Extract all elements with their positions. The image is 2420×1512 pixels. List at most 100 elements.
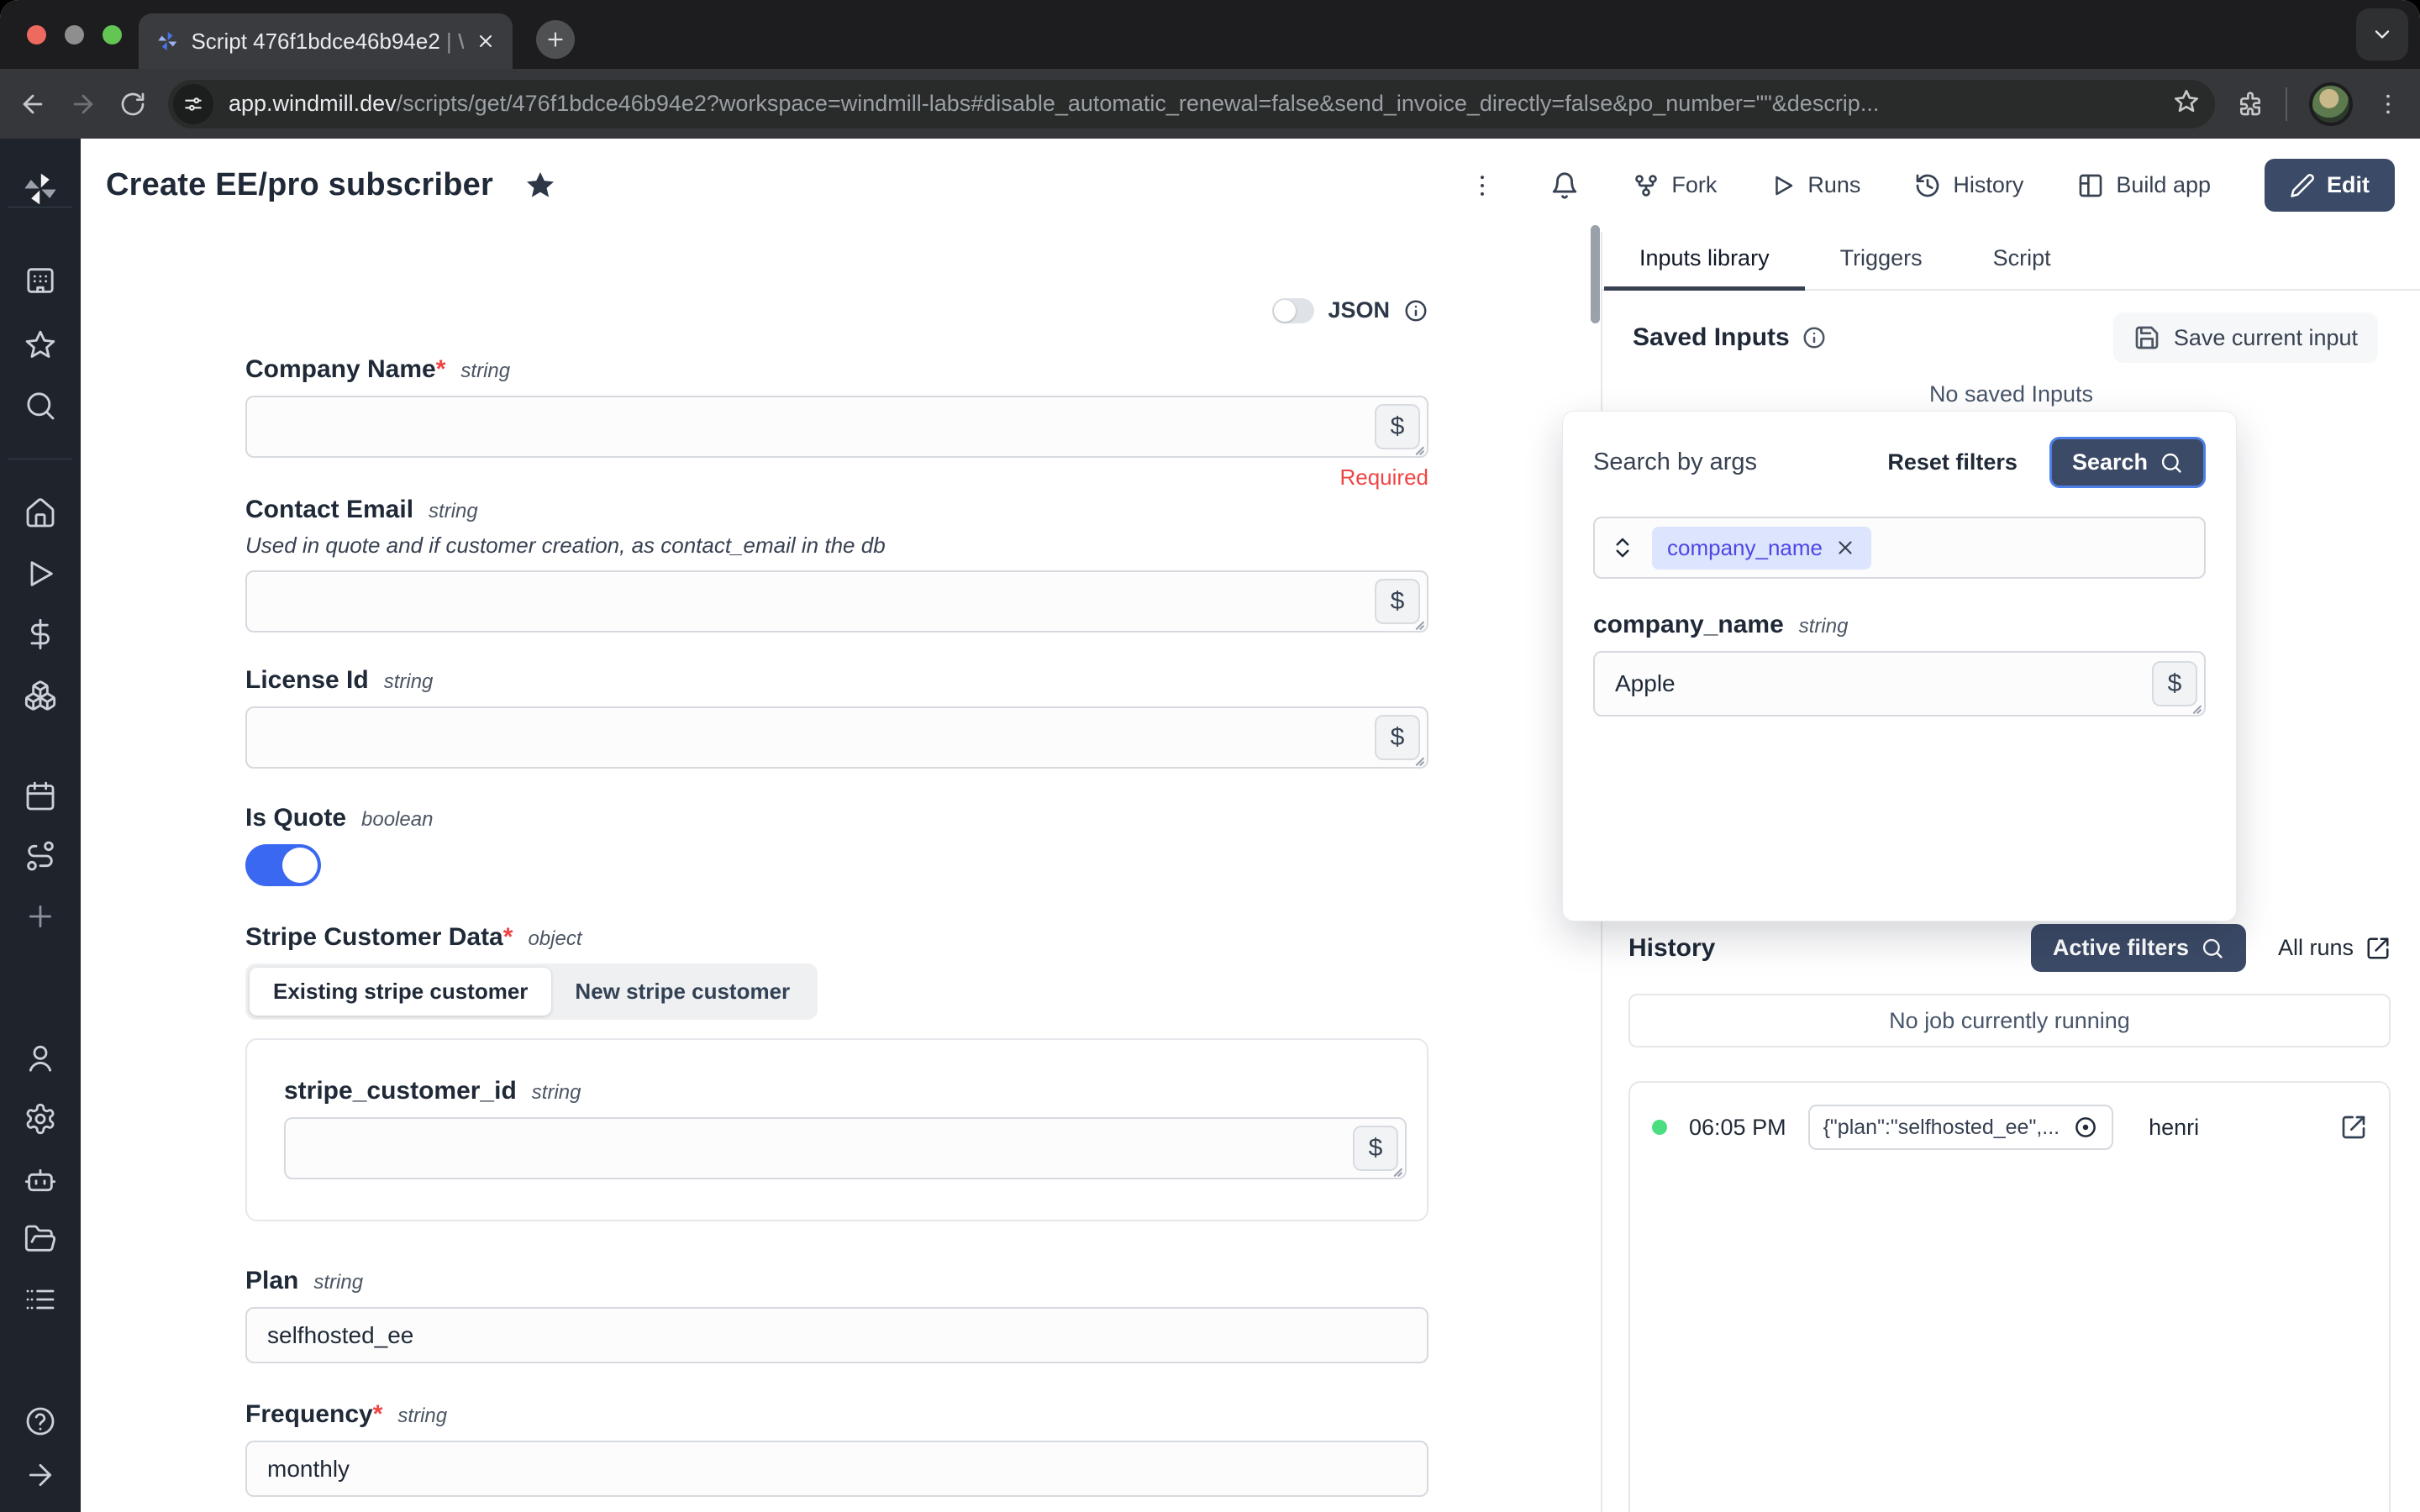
info-icon[interactable] (1403, 298, 1428, 323)
variables-dollar-icon[interactable] (24, 617, 57, 651)
home-icon[interactable] (24, 496, 57, 530)
reload-button[interactable] (119, 91, 146, 118)
history-button[interactable]: History (1914, 172, 2023, 199)
workers-robot-icon[interactable] (24, 1163, 57, 1197)
license-id-input-wrap: $ (245, 706, 1428, 769)
field-label-license-id: License Id (245, 666, 369, 695)
run-args-pill[interactable]: {"plan":"selfhosted_ee",... (1808, 1105, 2114, 1150)
resources-boxes-icon[interactable] (24, 679, 57, 712)
stripe-customer-segmented-control: Existing stripe customer New stripe cust… (245, 963, 818, 1020)
browser-tab[interactable]: Script 476f1bdce46b94e2 | W (139, 13, 513, 69)
windmill-favicon (155, 29, 179, 54)
schedules-calendar-icon[interactable] (24, 780, 57, 813)
success-status-dot (1652, 1120, 1667, 1135)
field-description: Used in quote and if customer creation, … (245, 533, 1428, 559)
contact-email-input[interactable] (247, 572, 1427, 631)
folders-icon[interactable] (24, 1222, 57, 1256)
workspace-icon[interactable] (24, 264, 57, 297)
routes-icon[interactable] (24, 839, 57, 873)
notifications-bell-icon[interactable] (1550, 171, 1579, 200)
fork-button[interactable]: Fork (1633, 172, 1717, 199)
site-settings-icon[interactable] (173, 84, 213, 124)
all-runs-link[interactable]: All runs (2278, 935, 2391, 961)
no-saved-inputs-text: No saved Inputs (1602, 381, 2420, 407)
tab-triggers[interactable]: Triggers (1805, 232, 1958, 289)
chevrons-up-down-icon (1610, 535, 1635, 560)
tab-script[interactable]: Script (1958, 232, 2086, 289)
open-run-external-link-icon[interactable] (2340, 1114, 2367, 1141)
extensions-puzzle-icon[interactable] (2237, 91, 2264, 118)
url-text[interactable]: app.windmill.dev/scripts/get/476f1bdce46… (229, 91, 2158, 117)
company-name-filter-pill[interactable]: company_name (1652, 527, 1871, 570)
browser-toolbar: app.windmill.dev/scripts/get/476f1bdce46… (0, 69, 2420, 139)
plan-input[interactable] (245, 1307, 1428, 1363)
build-app-button[interactable]: Build app (2077, 172, 2211, 199)
resize-handle[interactable] (1410, 752, 1425, 767)
forward-button[interactable] (69, 90, 97, 118)
address-bar[interactable]: app.windmill.dev/scripts/get/476f1bdce46… (168, 80, 2215, 129)
company-name-input-wrap: $ (245, 396, 1428, 458)
add-icon[interactable] (24, 900, 57, 933)
profile-avatar[interactable] (2309, 82, 2353, 126)
resize-handle[interactable] (1388, 1163, 1403, 1178)
stripe-customer-object-card: stripe_customer_idstring $ (245, 1038, 1428, 1221)
runs-list: 06:05 PM {"plan":"selfhosted_ee",... hen… (1628, 1081, 2391, 1512)
minimize-window-button[interactable] (65, 25, 84, 45)
company-name-input[interactable] (247, 397, 1427, 456)
view-args-eye-icon[interactable] (2073, 1115, 2098, 1140)
stripe-customer-id-input[interactable] (286, 1119, 1405, 1178)
license-id-input[interactable] (247, 708, 1427, 767)
close-tab-icon[interactable] (476, 31, 496, 51)
back-button[interactable] (18, 90, 47, 118)
resize-handle[interactable] (1410, 441, 1425, 456)
users-icon[interactable] (24, 1042, 57, 1075)
reset-filters-button[interactable]: Reset filters (1887, 449, 2018, 475)
browser-menu-kebab-icon[interactable] (2375, 91, 2402, 118)
expand-sidebar-arrow-icon[interactable] (24, 1458, 57, 1492)
info-icon[interactable] (1802, 325, 1827, 350)
bookmark-star-icon[interactable] (2173, 88, 2200, 119)
windmill-logo[interactable] (20, 169, 60, 209)
stripe-customer-id-input-wrap: $ (284, 1117, 1407, 1179)
tab-inputs-library[interactable]: Inputs library (1604, 232, 1805, 291)
company-name-filter-input[interactable] (1595, 653, 2204, 715)
contact-email-input-wrap: $ (245, 570, 1428, 633)
edit-button[interactable]: Edit (2265, 159, 2395, 212)
args-filter-combobox[interactable]: company_name (1593, 517, 2206, 579)
resize-handle[interactable] (2187, 700, 2202, 715)
search-button[interactable]: Search (2049, 437, 2206, 488)
saved-inputs-title: Saved Inputs (1633, 323, 1827, 352)
more-options-kebab-icon[interactable] (1468, 171, 1497, 200)
field-label-frequency: Frequency* (245, 1400, 382, 1429)
history-section: History Active filters All runs No job c… (1628, 924, 2391, 1512)
runs-play-icon[interactable] (24, 557, 57, 591)
close-window-button[interactable] (27, 25, 46, 45)
json-toggle[interactable] (1272, 298, 1314, 323)
favorites-star-icon[interactable] (24, 328, 57, 362)
save-current-input-button[interactable]: Save current input (2113, 312, 2378, 363)
form-scrollbar-thumb[interactable] (1591, 225, 1600, 323)
active-filters-button[interactable]: Active filters (2031, 924, 2246, 972)
is-quote-toggle[interactable] (245, 844, 321, 886)
search-icon[interactable] (24, 389, 57, 423)
settings-gear-icon[interactable] (24, 1102, 57, 1136)
panel-tabs: Inputs library Triggers Script (1602, 232, 2420, 291)
save-icon (2133, 324, 2160, 351)
page-title: Create EE/pro subscriber (106, 167, 493, 203)
window-controls[interactable] (27, 25, 122, 45)
resize-handle[interactable] (1410, 616, 1425, 631)
runs-button[interactable]: Runs (1770, 172, 1860, 198)
tab-existing-stripe-customer[interactable]: Existing stripe customer (250, 968, 551, 1016)
run-row[interactable]: 06:05 PM {"plan":"selfhosted_ee",... hen… (1652, 1105, 2367, 1150)
help-icon[interactable] (24, 1404, 57, 1438)
remove-filter-x-icon[interactable] (1834, 537, 1856, 559)
new-tab-button[interactable] (536, 20, 575, 59)
run-time: 06:05 PM (1689, 1115, 1786, 1141)
favorite-star-icon[interactable] (525, 171, 555, 201)
tab-new-stripe-customer[interactable]: New stripe customer (551, 968, 813, 1016)
logs-list-icon[interactable] (24, 1283, 57, 1316)
tab-search-button[interactable] (2356, 8, 2408, 60)
external-link-icon (2365, 936, 2391, 961)
frequency-input[interactable] (245, 1441, 1428, 1497)
fullscreen-window-button[interactable] (103, 25, 122, 45)
